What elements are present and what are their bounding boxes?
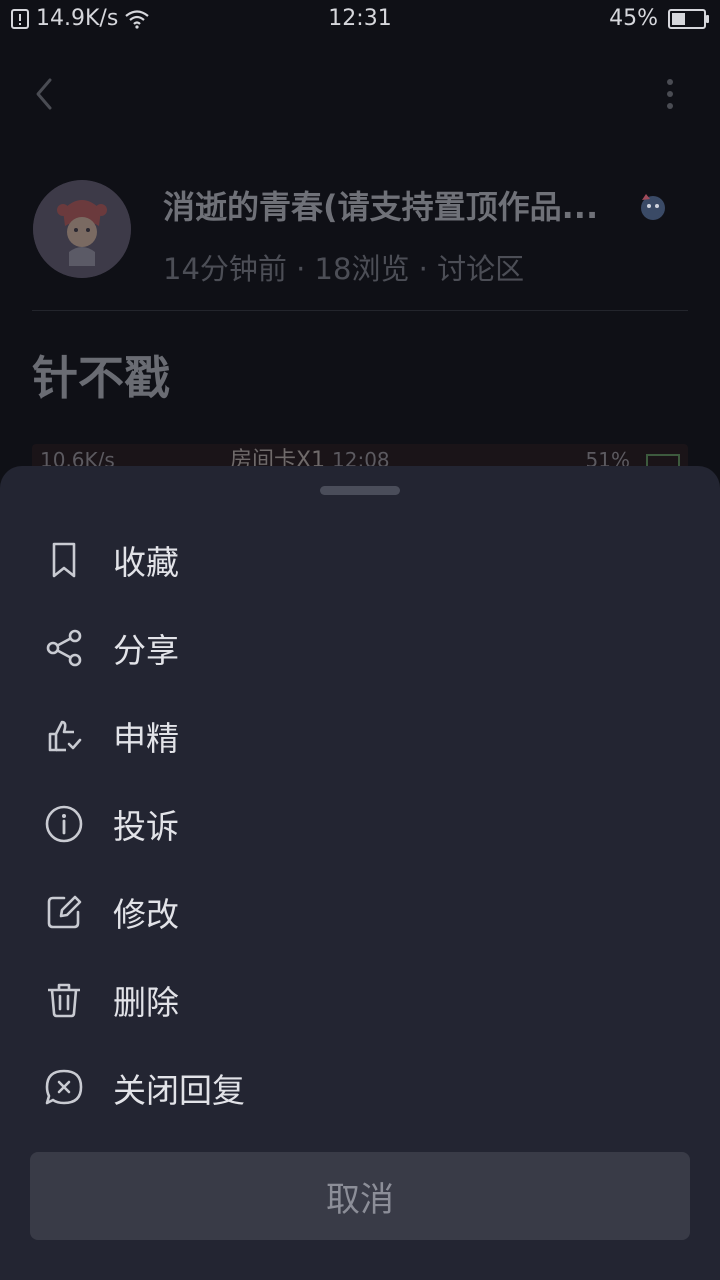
menu-item-report[interactable]: 投诉 xyxy=(0,780,720,868)
menu-item-favorite[interactable]: 收藏 xyxy=(0,516,720,604)
action-menu: 收藏 分享 申精 投诉 修改 删除 关闭回复 xyxy=(0,516,720,1132)
post-title: 针不戳 xyxy=(32,351,170,405)
menu-item-label: 删除 xyxy=(113,983,179,1022)
post-meta: 14分钟前 · 18浏览 · 讨论区 xyxy=(163,252,525,286)
menu-item-label: 分享 xyxy=(113,631,179,670)
avatar[interactable] xyxy=(33,180,131,278)
author-name[interactable]: 消逝的青春(请支持置顶作品... xyxy=(163,182,598,228)
menu-item-close-reply[interactable]: 关闭回复 xyxy=(0,1044,720,1132)
menu-item-label: 收藏 xyxy=(113,543,179,582)
menu-item-share[interactable]: 分享 xyxy=(0,604,720,692)
edit-icon xyxy=(42,890,86,934)
menu-item-label: 修改 xyxy=(113,895,179,934)
thumbs-up-check-icon xyxy=(42,714,86,758)
menu-item-delete[interactable]: 删除 xyxy=(0,956,720,1044)
close-reply-icon xyxy=(42,1066,86,1110)
menu-item-nominate[interactable]: 申精 xyxy=(0,692,720,780)
author-badge-icon xyxy=(641,194,665,220)
back-arrow-icon[interactable] xyxy=(30,74,60,114)
status-right: 45% xyxy=(609,6,709,31)
trash-icon xyxy=(42,978,86,1022)
share-icon xyxy=(42,626,86,670)
more-options-icon[interactable] xyxy=(660,76,680,112)
menu-item-edit[interactable]: 修改 xyxy=(0,868,720,956)
info-icon xyxy=(42,802,86,846)
divider xyxy=(32,310,688,311)
avatar-image xyxy=(33,180,131,278)
sheet-handle[interactable] xyxy=(320,486,400,495)
cancel-button[interactable]: 取消 xyxy=(30,1152,690,1240)
bookmark-icon xyxy=(42,538,86,582)
battery-percent: 45% xyxy=(609,6,658,31)
battery-icon xyxy=(668,8,709,29)
menu-item-label: 关闭回复 xyxy=(113,1071,245,1110)
menu-item-label: 申精 xyxy=(113,719,179,758)
menu-item-label: 投诉 xyxy=(113,807,179,846)
status-bar: 14.9K/s 12:31 45% xyxy=(0,0,720,40)
action-sheet: 收藏 分享 申精 投诉 修改 删除 关闭回复 取消 xyxy=(0,466,720,1280)
